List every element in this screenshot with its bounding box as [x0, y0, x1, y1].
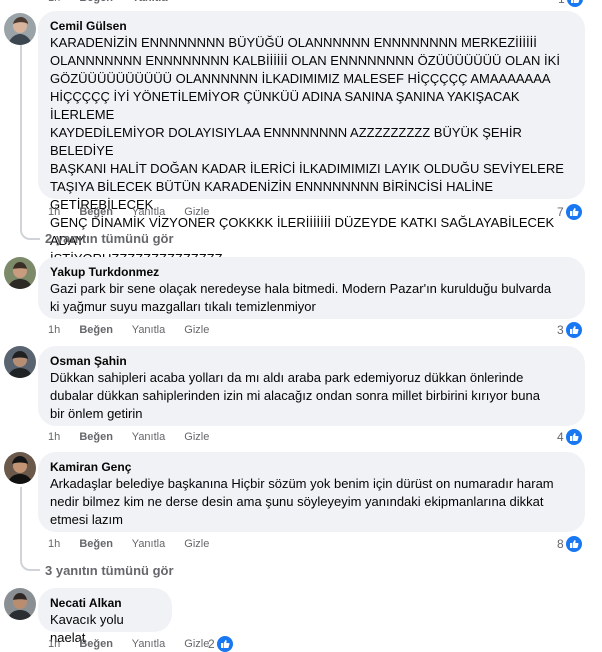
comment-actions: 1h Beğen Yanıtla Gizle [48, 638, 225, 651]
comment-author[interactable]: Kamiran Genç [50, 459, 573, 475]
comment-author[interactable]: Osman Şahin [50, 353, 573, 369]
comment-bubble: Necati Alkan Kavacık yolu naelat [38, 588, 172, 645]
time-label[interactable]: 1h [48, 206, 60, 218]
comment-bubble: Yakup Turkdonmez Gazi park bir sene olaç… [38, 257, 585, 319]
reaction-count[interactable]: 3 [557, 322, 582, 338]
comment-text: Gazi park bir sene olaçak neredeyse hala… [50, 281, 552, 314]
time-label[interactable]: 1h [48, 324, 60, 336]
view-replies-link[interactable]: 3 yanıtın tümünü gör [45, 563, 174, 579]
hide-button[interactable]: Gizle [184, 324, 209, 336]
thumbs-up-icon [565, 429, 582, 445]
hide-button[interactable]: Gizle [184, 538, 209, 550]
time-label[interactable]: 1h [48, 431, 60, 443]
comment-bubble: Cemil Gülsen KARADENİZİN ENNNNNNNN BÜYÜĞ… [38, 11, 585, 266]
avatar[interactable] [4, 346, 36, 378]
hide-button[interactable]: Gizle [184, 431, 209, 443]
like-button[interactable]: Beğen [79, 638, 113, 650]
comment-author[interactable]: Yakup Turkdonmez [50, 264, 573, 280]
comment-bubble: Osman Şahin Dükkan sahipleri acaba yolla… [38, 346, 585, 426]
like-button[interactable]: Beğen [79, 431, 113, 443]
time-label[interactable]: 1h [48, 538, 60, 550]
partial-actions-top: 1h Beğen Yanıtla [48, 0, 183, 5]
view-replies-link[interactable]: 2 yanıtın tümünü gör [45, 231, 174, 247]
reply-button[interactable]: Yanıtla [132, 0, 167, 4]
comment-text: Arkadaşlar belediye başkanına Hiçbir söz… [50, 476, 554, 527]
reply-button[interactable]: Yanıtla [132, 431, 165, 443]
comment-author[interactable]: Necati Alkan [50, 595, 160, 611]
avatar[interactable] [4, 257, 36, 289]
hide-button[interactable]: Gizle [184, 638, 209, 650]
thumbs-up-icon [565, 536, 582, 552]
comment-bubble: Kamiran Genç Arkadaşlar belediye başkanı… [38, 452, 585, 532]
thread-connector [20, 222, 40, 240]
avatar[interactable] [4, 13, 36, 45]
time-label: 1h [48, 0, 60, 4]
comment-text: Dükkan sahipleri acaba yolları da mı ald… [50, 370, 540, 421]
reply-button[interactable]: Yanıtla [132, 206, 165, 218]
like-button[interactable]: Beğen [79, 0, 113, 4]
reply-button[interactable]: Yanıtla [132, 638, 165, 650]
thread-connector [20, 553, 40, 571]
thread-line [20, 43, 22, 226]
thumbs-up-icon [565, 204, 582, 220]
avatar[interactable] [4, 588, 36, 620]
hide-button[interactable]: Gizle [184, 206, 209, 218]
comment-actions: 1h Beğen Yanıtla Gizle [48, 206, 225, 219]
reply-button[interactable]: Yanıtla [132, 324, 165, 336]
thumbs-up-icon [565, 322, 582, 338]
reaction-count[interactable]: 4 [557, 429, 582, 445]
like-button[interactable]: Beğen [79, 538, 113, 550]
like-button[interactable]: Beğen [79, 324, 113, 336]
comment-actions: 1h Beğen Yanıtla Gizle [48, 538, 225, 551]
thread-line [20, 487, 22, 556]
like-button[interactable]: Beğen [79, 206, 113, 218]
reaction-count[interactable]: 7 [557, 204, 582, 220]
reaction-count-top[interactable]: 1 [558, 0, 583, 7]
reply-button[interactable]: Yanıtla [132, 538, 165, 550]
time-label[interactable]: 1h [48, 638, 60, 650]
comment-actions: 1h Beğen Yanıtla Gizle [48, 431, 225, 444]
comment-actions: 1h Beğen Yanıtla Gizle [48, 324, 225, 337]
reaction-count[interactable]: 8 [557, 536, 582, 552]
thumbs-up-icon [566, 0, 583, 7]
avatar[interactable] [4, 452, 36, 484]
comment-author[interactable]: Cemil Gülsen [50, 18, 573, 34]
